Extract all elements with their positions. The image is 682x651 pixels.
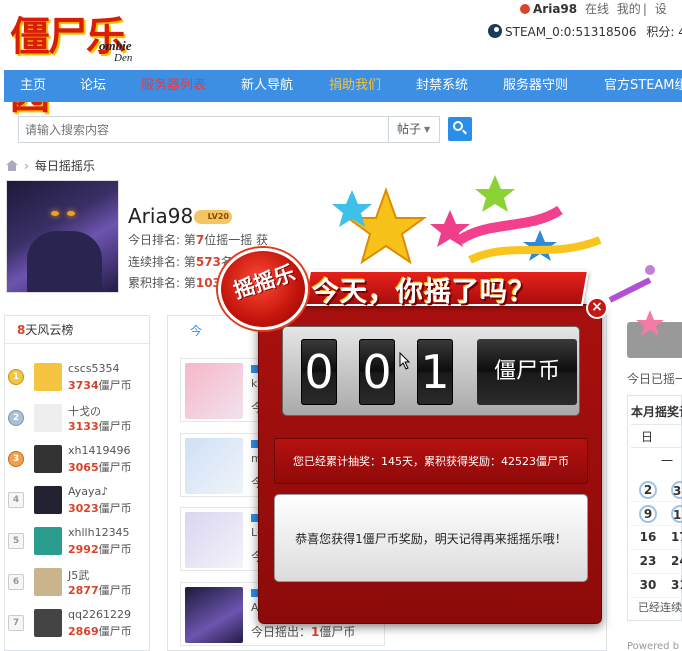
ribbon-purple (608, 277, 652, 303)
my-menu[interactable]: 我的 (617, 2, 641, 16)
breadcrumb-current: 每日摇摇乐 (34, 159, 95, 173)
lottery-popup: 今天，你摇了吗？ 摇摇乐 × 0 0 1 僵尸币 您已经累计抽奖：145天，累积… (210, 170, 682, 651)
counter-unit: 僵尸币 (477, 339, 577, 405)
rank-username[interactable]: cscs5354 (68, 362, 120, 375)
search-type-select[interactable]: 帖子 ▼ (388, 117, 440, 142)
avatar[interactable] (34, 363, 62, 391)
rank-medal-icon: 1 (8, 369, 24, 385)
total-rank: 累积排名: 第103 (128, 276, 221, 290)
rank-medal-icon: 5 (8, 533, 24, 549)
main-nav: 主页 论坛 服务器列表 新人导航 捐助我们 封禁系统 服务器守则 官方STEAM… (4, 70, 682, 102)
star-small-pink (636, 310, 664, 336)
steam-icon (488, 24, 502, 38)
steam-id: STEAM_0:0:51318506 (505, 25, 637, 39)
rank-coins: 2877僵尸币 (68, 584, 132, 597)
breadcrumb: › 每日摇摇乐 (6, 157, 95, 173)
ranking-title: 8天风云榜 (5, 316, 149, 344)
rank-username[interactable]: xhllh12345 (68, 526, 130, 539)
counter-digit-1: 0 (301, 339, 337, 405)
points-label: 积分: 477 (646, 25, 682, 39)
rank-username[interactable]: xh1419496 (68, 444, 130, 457)
ranking-row[interactable]: 1 cscs5354 3734僵尸币 (6, 357, 142, 397)
coin-counter: 0 0 1 僵尸币 (282, 326, 580, 416)
ribbon-pink (457, 205, 563, 245)
nav-ban-system[interactable]: 封禁系统 (416, 70, 468, 102)
rank-medal-icon: 2 (8, 410, 24, 426)
avatar[interactable] (34, 445, 62, 473)
rank-coins: 3734僵尸币 (68, 379, 132, 392)
counter-digit-3: 1 (417, 339, 453, 405)
rank-medal-icon: 7 (8, 615, 24, 631)
star-yellow-large (344, 187, 428, 265)
rank-coins: 3133僵尸币 (68, 420, 132, 433)
ranking-row[interactable]: 2 十戈の 3133僵尸币 (6, 398, 142, 438)
rank-coins: 2992僵尸币 (68, 543, 132, 556)
nav-steam-group[interactable]: 官方STEAM组 (604, 70, 682, 102)
rank-medal-icon: 6 (8, 574, 24, 590)
reward-message: 恭喜您获得1僵尸币奖励，明天记得再来摇摇乐哦！ (274, 494, 588, 582)
avatar (6, 180, 119, 293)
nav-donate[interactable]: 捐助我们 (329, 70, 381, 102)
popup-title: 今天，你摇了吗？ (312, 277, 536, 308)
search-type-label: 帖子 (397, 122, 422, 136)
site-header: 僵尸乐园 ombie Den Aria98 在线 我的| 设 STEAM_0:0… (0, 0, 682, 118)
rank-coins: 2869僵尸币 (68, 625, 132, 638)
star-blue (523, 230, 557, 261)
chevron-down-icon: ▼ (424, 125, 431, 134)
summary-bar: 您已经累计抽奖：145天，累积获得奖励：42523僵尸币 (274, 438, 588, 484)
nav-server-rules[interactable]: 服务器守则 (503, 70, 568, 102)
avatar[interactable] (34, 609, 62, 637)
settings-link[interactable]: 设 (655, 2, 667, 16)
nav-home[interactable]: 主页 (20, 70, 46, 102)
rank-medal-icon: 3 (8, 451, 24, 467)
rank-username[interactable]: qq2261229 (68, 608, 131, 621)
search-box: 帖子▼ (18, 116, 440, 143)
nav-newbie-guide[interactable]: 新人导航 (241, 70, 293, 102)
counter-digit-2: 0 (359, 339, 395, 405)
rank-username[interactable]: 十戈の (68, 403, 101, 419)
rank-coins: 3065僵尸币 (68, 461, 132, 474)
rank-coins: 3023僵尸币 (68, 502, 132, 515)
avatar[interactable] (34, 568, 62, 596)
nav-server-list[interactable]: 服务器列表 (141, 70, 206, 102)
steam-bar: STEAM_0:0:51318506 积分: 477 (488, 23, 682, 40)
nav-forum[interactable]: 论坛 (80, 70, 106, 102)
logo-chinese: 僵尸乐园 (10, 13, 126, 118)
avatar[interactable] (34, 527, 62, 555)
rank-username[interactable]: Ayaya♪ (68, 485, 108, 498)
logo-english-2: Den (114, 52, 133, 64)
close-icon[interactable]: × (586, 297, 608, 319)
ranking-row[interactable]: 4 Ayaya♪ 3023僵尸币 (6, 480, 142, 520)
avatar[interactable] (34, 404, 62, 432)
ranking-row[interactable]: 3 xh1419496 3065僵尸币 (6, 439, 142, 479)
rank-username[interactable]: J5武 (68, 567, 89, 583)
mouse-cursor-icon (399, 352, 411, 370)
user-icon (520, 4, 530, 14)
rank-medal-icon: 4 (8, 492, 24, 508)
user-name[interactable]: Aria98 (533, 2, 577, 16)
home-icon[interactable] (6, 160, 18, 171)
site-logo[interactable]: 僵尸乐园 ombie Den (4, 2, 154, 118)
ranking-row[interactable]: 7 qq2261229 2869僵尸币 (6, 603, 142, 643)
star-green (475, 175, 515, 212)
search-input[interactable] (19, 117, 387, 142)
user-bar: Aria98 在线 我的 | 设 (520, 0, 667, 16)
records-tab[interactable]: 今 (190, 322, 202, 339)
profile-name: Aria98 (128, 204, 194, 228)
search-button[interactable] (448, 117, 472, 141)
user-status: 在线 (584, 2, 609, 16)
ranking-row[interactable]: 6 J5武 2877僵尸币 (6, 562, 142, 602)
avatar[interactable] (34, 486, 62, 514)
dot-purple (645, 265, 655, 275)
ranking-row[interactable]: 5 xhllh12345 2992僵尸币 (6, 521, 142, 561)
